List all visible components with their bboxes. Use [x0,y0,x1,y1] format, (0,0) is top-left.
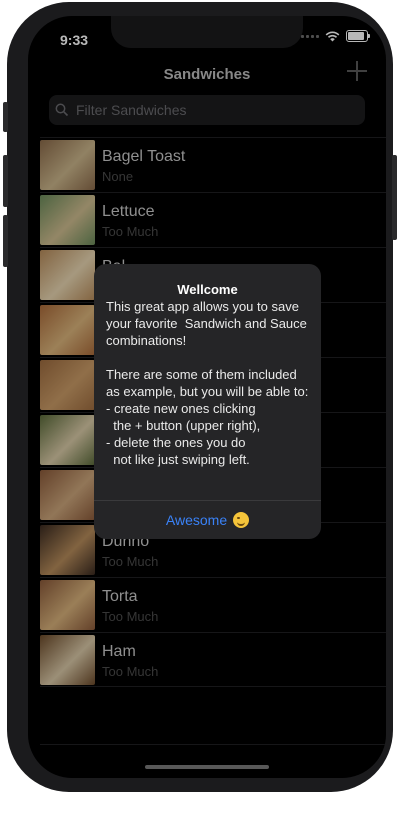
welcome-alert: Wellcome This great app allows you to sa… [94,264,321,539]
alert-title: Wellcome [177,282,238,297]
awesome-button-label: Awesome [165,512,228,528]
smirk-emoji-icon [233,512,250,528]
screen: 9:33 Sandwiches Bagel ToastNoneLettuceTo… [28,16,386,778]
awesome-button[interactable]: Awesome [94,501,321,539]
alert-message: This great app allows you to save your f… [106,299,309,467]
